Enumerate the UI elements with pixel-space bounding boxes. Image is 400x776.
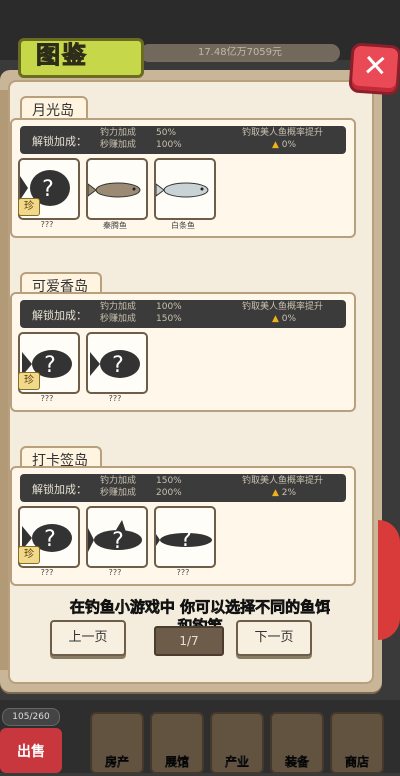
svg-text:?: ? xyxy=(112,353,124,378)
bonus-values: 50% 100% xyxy=(156,127,182,151)
bonus-labels: 钓力加成 秒赚加成 xyxy=(100,301,136,325)
prev-page-button[interactable]: 上一页 xyxy=(50,620,126,656)
mermaid-rate-value: 0% xyxy=(281,140,297,150)
bonus-title: 解锁加成： xyxy=(32,483,87,496)
nav-tile-label: 房产 xyxy=(104,755,129,769)
mermaid-rate: 钓取美人鱼概率提升 ▲ 0% xyxy=(242,127,323,151)
fish-card[interactable] xyxy=(154,158,216,220)
bonus-label-earn: 秒赚加成 xyxy=(100,140,137,150)
bonus-bar: 解锁加成： 钓力加成 秒赚加成 50% 100% 钓取美人鱼概率提升 ▲ 0% xyxy=(20,126,346,154)
bonus-value-earn: 100% xyxy=(156,140,182,150)
mermaid-rate-value: 2% xyxy=(281,488,297,498)
bonus-label-power: 钓力加成 xyxy=(100,302,137,312)
fish-name: ??? xyxy=(176,568,190,577)
section-checkin-island: 解锁加成： 钓力加成 秒赚加成 150% 200% 钓取美人鱼概率提升 ▲ 2%… xyxy=(10,466,356,586)
fish-name: ??? xyxy=(108,568,122,577)
bonus-value-power: 50% xyxy=(156,128,177,138)
section-moon-island: 解锁加成： 钓力加成 秒赚加成 50% 100% 钓取美人鱼概率提升 ▲ 0% … xyxy=(10,118,356,238)
unknown-shark-silhouette-icon: ? xyxy=(88,520,142,554)
rare-badge: 珍 xyxy=(18,546,40,564)
nav-tile-label: 产业 xyxy=(224,755,249,769)
bonus-value-earn: 200% xyxy=(156,488,182,498)
up-arrow-icon: ▲ xyxy=(272,140,279,150)
mermaid-rate-label: 钓取美人鱼概率提升 xyxy=(242,476,324,486)
bonus-value-power: 150% xyxy=(156,476,182,486)
white-fish-icon xyxy=(155,182,209,198)
unknown-fish-silhouette-icon: ? xyxy=(90,350,140,378)
nav-tile-equipment[interactable]: 装备 xyxy=(270,712,324,774)
bonus-values: 150% 200% xyxy=(156,475,182,499)
bag-capacity: 105/260 xyxy=(2,708,60,726)
bonus-title: 解锁加成： xyxy=(32,135,87,148)
nav-tile-label: 商店 xyxy=(344,755,369,769)
page-title: 图鉴 xyxy=(36,41,88,70)
svg-text:?: ? xyxy=(44,527,56,552)
fish-name: ??? xyxy=(40,568,54,577)
bonus-labels: 钓力加成 秒赚加成 xyxy=(100,127,136,151)
fish-card[interactable] xyxy=(86,158,148,220)
nav-tile-label: 装备 xyxy=(284,755,309,769)
mermaid-rate-value: 0% xyxy=(281,314,297,324)
fish-name: ??? xyxy=(40,220,54,229)
rare-badge: 珍 xyxy=(18,372,40,390)
mermaid-rate: 钓取美人鱼概率提升 ▲ 0% xyxy=(242,301,323,325)
fish-card[interactable]: ? xyxy=(154,506,216,568)
svg-text:?: ? xyxy=(42,177,54,202)
nav-tile-label: 展馆 xyxy=(164,755,189,769)
bonus-label-power: 钓力加成 xyxy=(100,128,137,138)
bonus-title: 解锁加成： xyxy=(32,309,87,322)
fish-name: 秦腾鱼 xyxy=(103,221,127,230)
bonus-labels: 钓力加成 秒赚加成 xyxy=(100,475,136,499)
bonus-value-earn: 150% xyxy=(156,314,182,324)
close-button[interactable]: ✕ xyxy=(348,42,400,96)
next-page-button[interactable]: 下一页 xyxy=(236,620,312,656)
up-arrow-icon: ▲ xyxy=(272,314,279,324)
fish-name: 白条鱼 xyxy=(171,221,195,230)
mermaid-rate-label: 钓取美人鱼概率提升 xyxy=(242,302,324,312)
section-cute-island: 解锁加成： 钓力加成 秒赚加成 100% 150% 钓取美人鱼概率提升 ▲ 0%… xyxy=(10,292,356,412)
svg-text:?: ? xyxy=(112,529,124,554)
brown-fish-icon xyxy=(87,182,141,198)
bonus-values: 100% 150% xyxy=(156,301,182,325)
subtitle-line-1: 在钓鱼小游戏中 你可以选择不同的鱼饵 xyxy=(69,598,331,617)
fish-card[interactable]: ? xyxy=(86,506,148,568)
rare-badge: 珍 xyxy=(18,198,40,216)
fish-name: ??? xyxy=(40,394,54,403)
bonus-value-power: 100% xyxy=(156,302,182,312)
nav-tile-shop[interactable]: 商店 xyxy=(330,712,384,774)
bonus-label-power: 钓力加成 xyxy=(100,476,137,486)
page-indicator: 1/7 xyxy=(154,626,224,656)
resource-counter: 17.48亿万7059元 xyxy=(140,44,340,62)
svg-text:?: ? xyxy=(44,353,56,378)
nav-tile-industry[interactable]: 产业 xyxy=(210,712,264,774)
nav-tile-property[interactable]: 房产 xyxy=(90,712,144,774)
fish-name: ??? xyxy=(108,394,122,403)
sell-button[interactable]: 出售 xyxy=(0,728,62,773)
bonus-label-earn: 秒赚加成 xyxy=(100,314,137,324)
mermaid-rate: 钓取美人鱼概率提升 ▲ 2% xyxy=(242,475,323,499)
up-arrow-icon: ▲ xyxy=(272,488,279,498)
fish-card[interactable]: ? xyxy=(86,332,148,394)
mermaid-rate-label: 钓取美人鱼概率提升 xyxy=(242,128,324,138)
bonus-bar: 解锁加成： 钓力加成 秒赚加成 100% 150% 钓取美人鱼概率提升 ▲ 0% xyxy=(20,300,346,328)
unknown-eel-silhouette-icon: ? xyxy=(156,527,212,552)
bonus-bar: 解锁加成： 钓力加成 秒赚加成 150% 200% 钓取美人鱼概率提升 ▲ 2% xyxy=(20,474,346,502)
svg-text:?: ? xyxy=(180,527,192,552)
bonus-label-earn: 秒赚加成 xyxy=(100,488,137,498)
nav-tile-gallery[interactable]: 展馆 xyxy=(150,712,204,774)
